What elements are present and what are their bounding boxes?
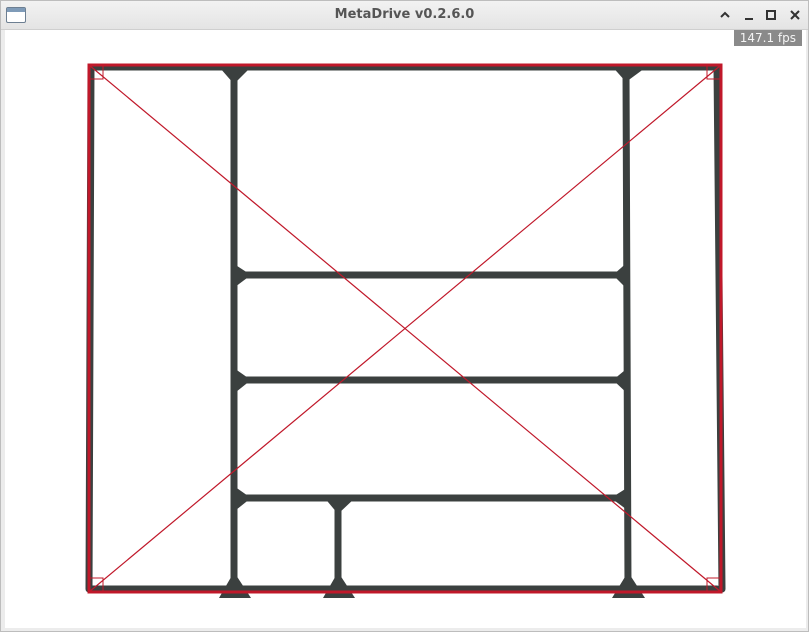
intersection: [613, 260, 630, 292]
title-bar[interactable]: MetaDrive v0.2.6.0: [1, 1, 808, 30]
intersection: [323, 572, 355, 598]
intersection: [219, 572, 251, 598]
road-inner-right: [622, 66, 632, 593]
minimize-button[interactable]: [739, 5, 759, 25]
intersection: [613, 366, 630, 396]
app-window: MetaDrive v0.2.6.0 147.1 fps: [0, 0, 809, 632]
intersection: [231, 366, 251, 396]
intersection: [231, 262, 251, 290]
close-icon: [790, 10, 800, 20]
maximize-button[interactable]: [761, 5, 781, 25]
intersection: [220, 68, 250, 84]
close-button[interactable]: [785, 5, 805, 25]
minimize-icon: [745, 18, 753, 20]
window-title: MetaDrive v0.2.6.0: [334, 7, 475, 22]
fps-counter: 147.1 fps: [733, 30, 802, 46]
intersection: [612, 572, 645, 598]
chevron-up-icon: [720, 11, 730, 18]
intersection: [231, 484, 251, 514]
maximize-icon: [766, 10, 776, 20]
road-map-render: [85, 63, 726, 598]
intersection: [323, 496, 355, 514]
shade-button[interactable]: [715, 5, 735, 25]
intersections: [219, 64, 645, 598]
render-viewport[interactable]: 147.1 fps: [5, 30, 806, 628]
